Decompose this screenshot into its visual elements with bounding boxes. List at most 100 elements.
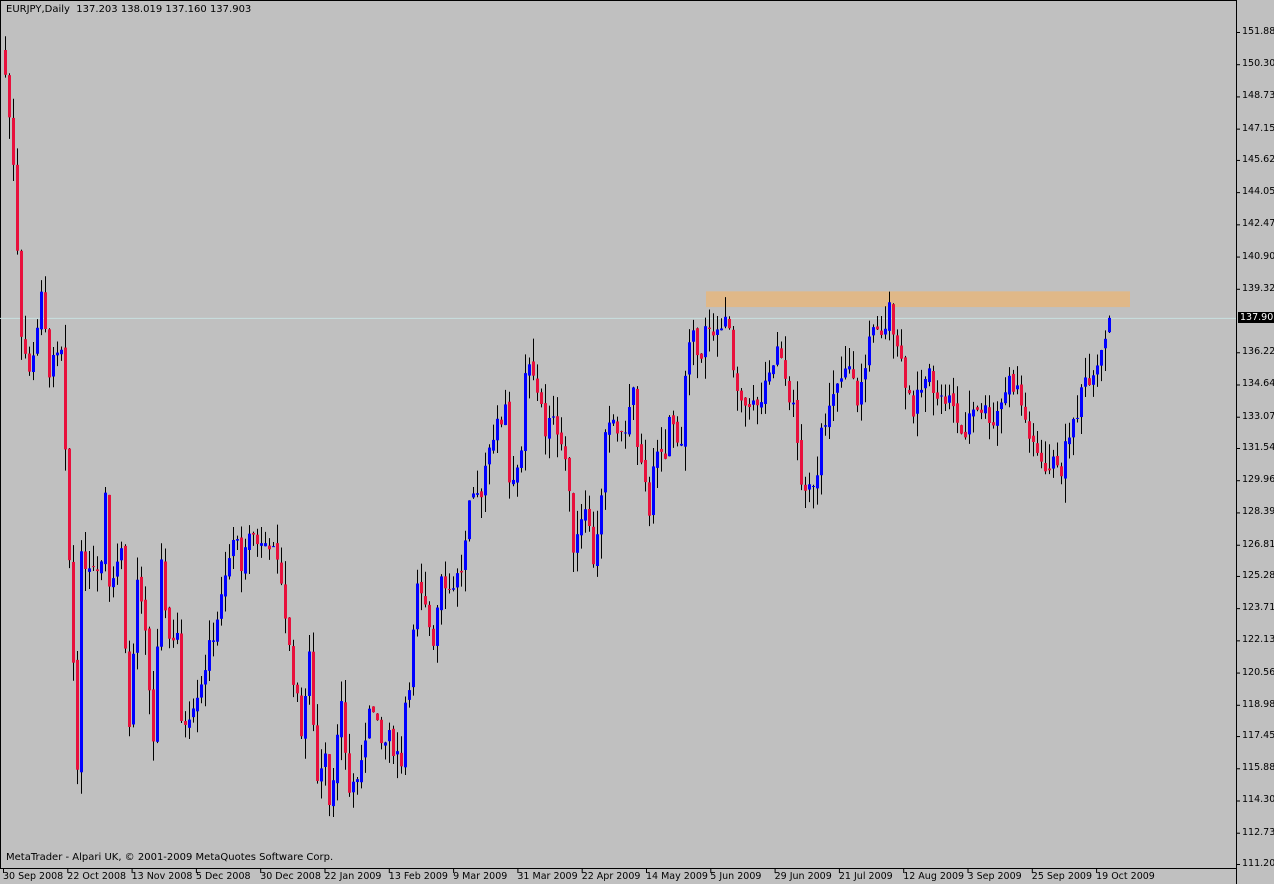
bull-candle-body xyxy=(600,495,603,535)
date-tick-label: 22 Oct 2008 xyxy=(67,871,127,882)
bear-candle-body xyxy=(108,494,111,587)
bull-candle-body xyxy=(212,640,215,642)
candle xyxy=(376,713,379,721)
bear-candle-body xyxy=(708,327,711,329)
bear-candle-body xyxy=(800,440,803,485)
bull-candle-body xyxy=(516,467,519,483)
bear-candle-body xyxy=(876,326,879,330)
bear-candle-body xyxy=(804,484,807,491)
current-price-label: 137.903 xyxy=(1238,311,1274,323)
bull-candle-body xyxy=(924,378,927,389)
date-tick-label: 13 Feb 2009 xyxy=(388,871,448,882)
price-tick-label: 139.325 xyxy=(1242,282,1274,294)
price-tick-label: 136.220 xyxy=(1242,346,1274,358)
bear-candle-body xyxy=(84,551,87,569)
candle xyxy=(68,448,71,569)
bear-candle-body xyxy=(432,628,435,646)
plot-frame xyxy=(0,0,1237,869)
bear-candle-body xyxy=(740,390,743,401)
bear-candle-body xyxy=(184,721,187,725)
bull-candle-body xyxy=(364,740,367,758)
candle xyxy=(372,706,375,713)
bull-candle-body xyxy=(596,534,599,567)
bull-candle-body xyxy=(768,372,771,382)
bull-candle-body xyxy=(888,302,891,331)
bull-candle-body xyxy=(384,742,387,746)
bear-candle-body xyxy=(372,706,375,713)
bear-candle-body xyxy=(152,689,155,742)
bear-candle-body xyxy=(992,422,995,426)
bear-candle-body xyxy=(448,588,451,590)
bear-candle-body xyxy=(960,425,963,434)
bear-candle-body xyxy=(172,637,175,641)
bull-candle-body xyxy=(408,690,411,700)
bull-candle-body xyxy=(512,479,515,485)
bull-candle-body xyxy=(456,573,459,588)
resistance-zone xyxy=(706,291,1130,308)
bear-candle-body xyxy=(1012,373,1015,392)
bear-candle-body xyxy=(572,493,575,553)
bull-candle-body xyxy=(412,629,415,688)
bull-candle-body xyxy=(836,383,839,393)
bear-candle-body xyxy=(956,403,959,423)
price-tick-label: 151.880 xyxy=(1242,26,1274,37)
bull-candle-body xyxy=(32,355,35,373)
price-tick-label: 126.810 xyxy=(1242,538,1274,550)
bear-candle-body xyxy=(1020,384,1023,406)
price-tick-label: 129.965 xyxy=(1242,474,1274,486)
date-tick-label: 22 Jan 2009 xyxy=(324,871,382,882)
bull-candle-body xyxy=(940,395,943,397)
bear-candle-body xyxy=(540,392,543,404)
candle xyxy=(80,540,83,794)
bull-candle-body xyxy=(1072,418,1075,438)
bull-candle-body xyxy=(1096,365,1099,375)
bull-candle-body xyxy=(772,365,775,375)
candle xyxy=(412,624,415,696)
bear-candle-body xyxy=(988,407,991,423)
bull-candle-body xyxy=(244,547,247,574)
bear-candle-body xyxy=(1036,443,1039,453)
price-tick-label: 122.135 xyxy=(1242,634,1274,646)
candle xyxy=(128,640,131,737)
bear-candle-body xyxy=(964,431,967,438)
bull-candle-body xyxy=(36,327,39,354)
copyright-text: MetaTrader - Alpari UK, © 2001-2009 Meta… xyxy=(6,852,334,863)
bear-candle-body xyxy=(748,404,751,408)
price-tick-label: 118.985 xyxy=(1242,698,1274,710)
bull-candle-body xyxy=(520,450,523,468)
candle xyxy=(72,545,75,681)
bull-candle-body xyxy=(1080,387,1083,418)
bull-candle-body xyxy=(40,291,43,330)
bear-candle-body xyxy=(296,684,299,694)
bear-candle-body xyxy=(932,371,935,393)
bear-candle-body xyxy=(856,380,859,406)
bull-candle-body xyxy=(1016,385,1019,390)
bull-candle-body xyxy=(580,519,583,536)
bear-candle-body xyxy=(444,576,447,589)
date-tick-label: 13 Nov 2008 xyxy=(131,871,193,882)
bull-candle-body xyxy=(336,734,339,784)
bear-candle-body xyxy=(640,444,643,463)
bull-candle-body xyxy=(812,485,815,487)
bear-candle-body xyxy=(12,117,15,165)
bull-candle-body xyxy=(584,509,587,521)
candle xyxy=(104,487,107,572)
candle xyxy=(132,643,135,728)
chart-header: EURJPY,Daily 137.203 138.019 137.160 137… xyxy=(6,4,251,15)
bear-candle-body xyxy=(712,331,715,336)
bull-candle-body xyxy=(548,418,551,439)
candle xyxy=(960,424,963,435)
bull-candle-body xyxy=(1052,456,1055,469)
bear-candle-body xyxy=(912,395,915,417)
bear-candle-body xyxy=(904,357,907,388)
bull-candle-body xyxy=(724,316,727,327)
date-tick-label: 31 Mar 2009 xyxy=(517,871,578,882)
bear-candle-body xyxy=(480,491,483,498)
candle xyxy=(368,705,371,739)
price-tick-label: 123.710 xyxy=(1242,602,1274,614)
bull-candle-body xyxy=(996,410,999,426)
bear-candle-body xyxy=(744,397,747,406)
bear-candle-body xyxy=(20,250,23,337)
bear-candle-body xyxy=(1056,455,1059,466)
bull-candle-body xyxy=(1084,377,1087,387)
